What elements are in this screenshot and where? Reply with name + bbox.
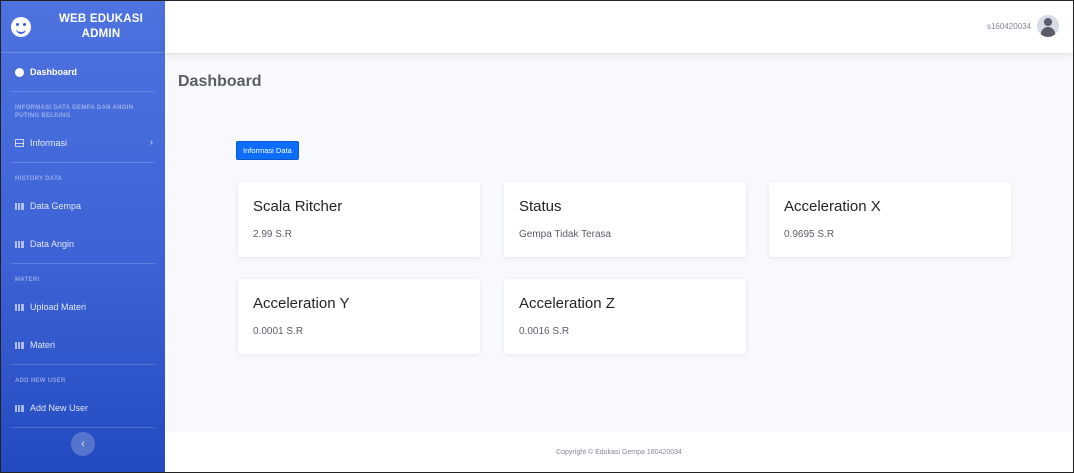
sidebar-item-dashboard[interactable]: Dashboard	[1, 53, 165, 91]
sidebar-item-label: Add New User	[30, 403, 89, 413]
card-value: 2.99 S.R	[253, 229, 292, 240]
sidebar-heading-history: HISTORY DATA	[15, 176, 63, 182]
card-title: Acceleration Y	[253, 295, 350, 312]
sidebar-heading-materi: MATERI	[15, 277, 40, 283]
card-scala-ritcher: Scala Ritcher 2.99 S.R	[238, 182, 480, 257]
page-title: Dashboard	[178, 73, 262, 90]
sidebar-toggle-wrap: ‹	[1, 432, 165, 456]
tachometer-icon	[15, 67, 24, 77]
sidebar-item-label: Data Angin	[30, 239, 75, 249]
chart-bar-icon	[15, 202, 24, 210]
avatar[interactable]	[1037, 15, 1059, 37]
sidebar-item-data-angin[interactable]: Data Angin	[1, 225, 165, 263]
sidebar-item-upload-materi[interactable]: Upload Materi	[1, 288, 165, 326]
chart-bar-icon	[15, 404, 24, 412]
sidebar-item-add-new-user[interactable]: Add New User	[1, 389, 165, 427]
card-value: 0.0016 S.R	[519, 326, 570, 337]
sidebar-divider	[11, 427, 155, 428]
sidebar-item-label: Dashboard	[30, 67, 78, 77]
sidebar-item-label: Informasi	[30, 138, 68, 148]
chart-bar-icon	[15, 240, 24, 248]
topbar: s160420034	[165, 1, 1073, 53]
card-value: Gempa Tidak Terasa	[519, 229, 612, 240]
brand-line-2: ADMIN	[81, 27, 121, 40]
brand-title: WEB EDUKASI ADMIN	[37, 12, 165, 42]
sidebar-item-label: Data Gempa	[30, 201, 82, 211]
sidebar-item-label: Materi	[30, 340, 56, 350]
sidebar-item-data-gempa[interactable]: Data Gempa	[1, 187, 165, 225]
chevron-left-icon: ‹	[81, 438, 85, 450]
main-content: Dashboard Informasi Data Scala Ritcher 2…	[165, 53, 1073, 432]
card-value: 0.0001 S.R	[253, 326, 304, 337]
card-title: Status	[519, 198, 562, 215]
sidebar-item-materi[interactable]: Materi	[1, 326, 165, 364]
card-title: Acceleration Z	[519, 295, 615, 312]
chart-bar-icon	[15, 341, 24, 349]
sidebar-item-informasi[interactable]: Informasi ›	[1, 124, 165, 162]
informasi-data-button[interactable]: Informasi Data	[236, 141, 299, 160]
sidebar-item-label: Upload Materi	[30, 302, 87, 312]
sidebar: WEB EDUKASI ADMIN Dashboard INFORMASI DA…	[1, 1, 165, 472]
card-acceleration-z: Acceleration Z 0.0016 S.R	[504, 279, 746, 354]
app-window: WEB EDUKASI ADMIN Dashboard INFORMASI DA…	[0, 0, 1074, 473]
card-acceleration-x: Acceleration X 0.9695 S.R	[769, 182, 1011, 257]
card-value: 0.9695 S.R	[784, 229, 835, 240]
user-dropdown[interactable]: s160420034	[987, 15, 1059, 37]
sidebar-heading-user: ADD NEW USER	[15, 378, 66, 384]
username: s160420034	[986, 21, 1031, 31]
brand-line-1: WEB EDUKASI	[59, 12, 143, 25]
card-status: Status Gempa Tidak Terasa	[504, 182, 746, 257]
copyright-text: Copyright © Edukasi Gempa 160420034	[556, 448, 682, 456]
sidebar-toggle-button[interactable]: ‹	[71, 432, 95, 456]
chevron-right-icon: ›	[150, 137, 153, 147]
table-icon	[15, 139, 24, 147]
card-title: Scala Ritcher	[253, 198, 343, 215]
chart-bar-icon	[15, 303, 24, 311]
footer: Copyright © Edukasi Gempa 160420034	[165, 432, 1073, 472]
card-acceleration-y: Acceleration Y 0.0001 S.R	[238, 279, 480, 354]
laugh-icon	[11, 16, 31, 37]
sidebar-heading-info: INFORMASI DATA GEMPA DAN ANGIN PUTING BE…	[15, 105, 134, 119]
card-title: Acceleration X	[784, 198, 881, 215]
sidebar-brand[interactable]: WEB EDUKASI ADMIN	[1, 1, 165, 53]
